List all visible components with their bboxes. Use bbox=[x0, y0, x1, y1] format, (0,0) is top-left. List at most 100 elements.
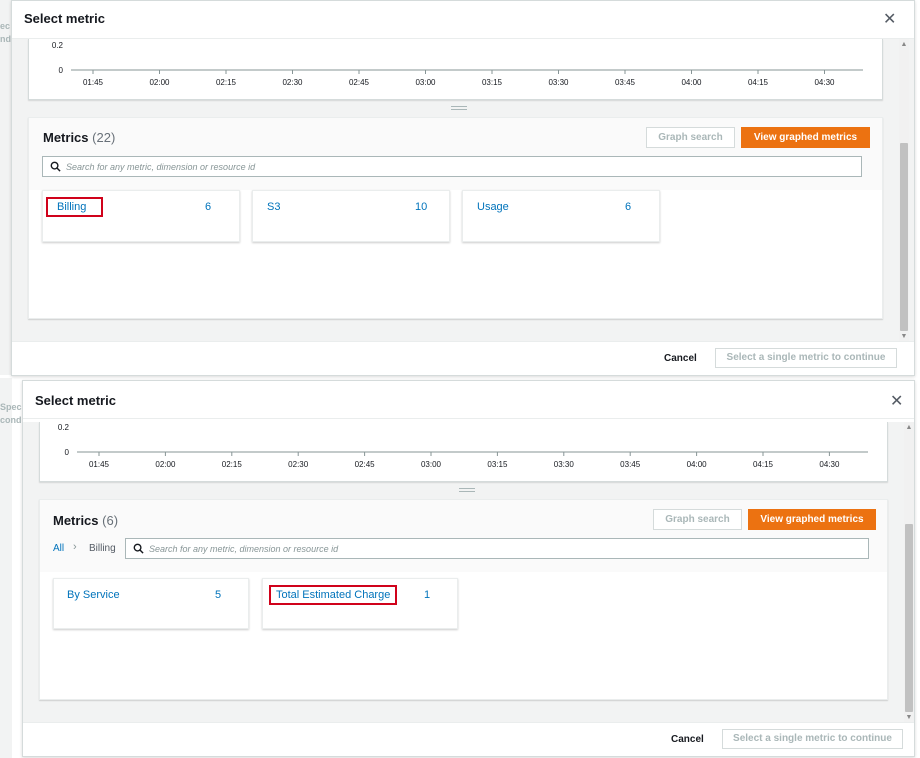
search-icon bbox=[50, 161, 61, 172]
close-icon[interactable]: ✕ bbox=[890, 391, 903, 411]
x-tick-label: 04:15 bbox=[753, 460, 774, 469]
modal-title: Select metric bbox=[35, 393, 116, 408]
modal-body: 0.2 0 01:45 02:00 02:15 02:30 02:45 03:00 03:15 0… bbox=[23, 422, 914, 724]
continue-button[interactable]: Select a single metric to continue bbox=[715, 348, 897, 368]
modal-footer: Cancel Select a single metric to continu… bbox=[23, 722, 914, 756]
cancel-button[interactable]: Cancel bbox=[671, 734, 704, 745]
graph-preview: 0.2 0 01:45 02:00 02:15 02:30 02:45 03:00 03:15 0… bbox=[39, 422, 888, 482]
namespace-label[interactable]: Usage bbox=[477, 201, 509, 213]
dimension-label[interactable]: By Service bbox=[67, 589, 120, 601]
metrics-title: Metrics bbox=[43, 130, 89, 145]
x-tick-label: 02:30 bbox=[282, 78, 303, 87]
chevron-right-icon: › bbox=[73, 541, 77, 553]
metric-search-box[interactable] bbox=[125, 538, 869, 559]
metric-count: 6 bbox=[205, 201, 212, 213]
x-tick-label: 02:00 bbox=[149, 78, 170, 87]
scrollbar[interactable]: ▲ ▼ bbox=[899, 39, 909, 343]
graph-preview: 0.2 0 01:45 02:00 02:15 02:30 02:45 03:00 03:15 0… bbox=[28, 39, 883, 100]
select-metric-modal: Select metric ✕ 0.2 0 01:45 02:00 02:15 02:30… bbox=[22, 380, 915, 757]
metric-search-box[interactable] bbox=[42, 156, 862, 177]
background-fragment: cond bbox=[0, 415, 22, 425]
y-tick-label: 0.2 bbox=[52, 41, 64, 50]
graph-search-button[interactable]: Graph search bbox=[653, 509, 742, 530]
metrics-panel: Metrics (6) Graph search View graphed me… bbox=[39, 499, 888, 700]
modal-header: Select metric ✕ bbox=[23, 381, 914, 419]
x-tick-label: 03:45 bbox=[620, 460, 641, 469]
scroll-up-icon[interactable]: ▲ bbox=[900, 41, 908, 49]
x-tick-label: 04:30 bbox=[819, 460, 840, 469]
x-tick-label: 03:45 bbox=[615, 78, 636, 87]
background-fragment: nd bbox=[0, 34, 11, 44]
graph-axes: 0.2 0 01:45 02:00 02:15 02:30 02:45 03:00 03:15 0… bbox=[52, 41, 863, 87]
scroll-up-icon[interactable]: ▲ bbox=[905, 424, 913, 432]
close-icon[interactable]: ✕ bbox=[883, 9, 896, 29]
resize-handle[interactable] bbox=[451, 106, 467, 110]
modal-body: 0.2 0 01:45 02:00 02:15 02:30 02:45 03:00 03:15 0… bbox=[12, 39, 914, 343]
search-input[interactable] bbox=[66, 157, 857, 176]
scroll-down-icon[interactable]: ▼ bbox=[900, 333, 908, 341]
background-fragment: Spec bbox=[0, 402, 22, 412]
scrollbar-thumb[interactable] bbox=[905, 524, 913, 712]
view-graphed-metrics-button[interactable]: View graphed metrics bbox=[741, 127, 870, 148]
select-metric-modal: Select metric ✕ 0.2 0 01:45 02:00 02:15 02:30… bbox=[11, 0, 915, 376]
modal-header: Select metric ✕ bbox=[12, 1, 914, 39]
namespace-cards-area: Billing 6 S3 10 Usage 6 bbox=[29, 190, 882, 318]
modal-title: Select metric bbox=[24, 11, 105, 26]
scroll-down-icon[interactable]: ▼ bbox=[905, 714, 913, 722]
metrics-heading: Metrics (6) bbox=[53, 513, 118, 528]
dimension-card-by-service[interactable]: By Service 5 bbox=[53, 578, 249, 629]
x-tick-label: 01:45 bbox=[83, 78, 104, 87]
y-tick-label: 0 bbox=[65, 448, 70, 457]
highlight-box bbox=[46, 197, 103, 217]
search-input[interactable] bbox=[149, 539, 864, 558]
x-tick-label: 02:45 bbox=[349, 78, 370, 87]
continue-button[interactable]: Select a single metric to continue bbox=[722, 729, 903, 749]
metric-count: 5 bbox=[215, 589, 222, 601]
x-tick-label: 03:30 bbox=[554, 460, 575, 469]
x-tick-label: 02:15 bbox=[216, 78, 237, 87]
x-tick-label: 04:30 bbox=[814, 78, 835, 87]
breadcrumb-all-link[interactable]: All bbox=[53, 543, 64, 554]
metrics-title: Metrics bbox=[53, 513, 99, 528]
y-tick-label: 0.2 bbox=[58, 423, 70, 432]
search-icon bbox=[133, 543, 144, 554]
x-tick-label: 03:15 bbox=[482, 78, 503, 87]
x-tick-label: 04:15 bbox=[748, 78, 769, 87]
namespace-card-usage[interactable]: Usage 6 bbox=[462, 190, 660, 242]
x-tick-label: 02:00 bbox=[155, 460, 176, 469]
x-tick-label: 03:00 bbox=[421, 460, 442, 469]
metrics-count: (22) bbox=[92, 130, 116, 145]
metrics-heading: Metrics (22) bbox=[43, 130, 115, 145]
x-tick-label: 02:30 bbox=[288, 460, 309, 469]
dimension-cards-area: By Service 5 Total Estimated Charge 1 bbox=[40, 572, 887, 699]
background-page-bottom bbox=[0, 378, 12, 758]
x-tick-label: 04:00 bbox=[681, 78, 702, 87]
scrollbar-thumb[interactable] bbox=[900, 143, 908, 331]
modal-footer: Cancel Select a single metric to continu… bbox=[12, 341, 914, 375]
namespace-card-s3[interactable]: S3 10 bbox=[252, 190, 450, 242]
metric-count: 6 bbox=[625, 201, 632, 213]
resize-handle[interactable] bbox=[459, 488, 475, 492]
scrollbar[interactable]: ▲ ▼ bbox=[904, 422, 914, 724]
x-tick-label: 01:45 bbox=[89, 460, 110, 469]
background-fragment: ec bbox=[0, 21, 11, 31]
metrics-panel: Metrics (22) Graph search View graphed m… bbox=[28, 117, 883, 319]
namespace-label[interactable]: S3 bbox=[267, 201, 280, 213]
x-tick-label: 03:15 bbox=[487, 460, 508, 469]
x-tick-label: 02:15 bbox=[222, 460, 243, 469]
x-tick-label: 03:30 bbox=[548, 78, 569, 87]
graph-axes: 0.2 0 01:45 02:00 02:15 02:30 02:45 03:00 03:15 0… bbox=[58, 423, 868, 469]
x-tick-label: 02:45 bbox=[355, 460, 376, 469]
namespace-card-billing[interactable]: Billing 6 bbox=[42, 190, 240, 242]
metric-count: 10 bbox=[415, 201, 428, 213]
cancel-button[interactable]: Cancel bbox=[664, 353, 697, 364]
dimension-card-total-estimated-charge[interactable]: Total Estimated Charge 1 bbox=[262, 578, 458, 629]
x-tick-label: 04:00 bbox=[687, 460, 708, 469]
breadcrumb-current: Billing bbox=[89, 543, 116, 554]
x-tick-label: 03:00 bbox=[415, 78, 436, 87]
highlight-box bbox=[269, 585, 397, 605]
metric-count: 1 bbox=[424, 589, 431, 601]
view-graphed-metrics-button[interactable]: View graphed metrics bbox=[748, 509, 876, 530]
graph-search-button[interactable]: Graph search bbox=[646, 127, 735, 148]
y-tick-label: 0 bbox=[59, 66, 64, 75]
